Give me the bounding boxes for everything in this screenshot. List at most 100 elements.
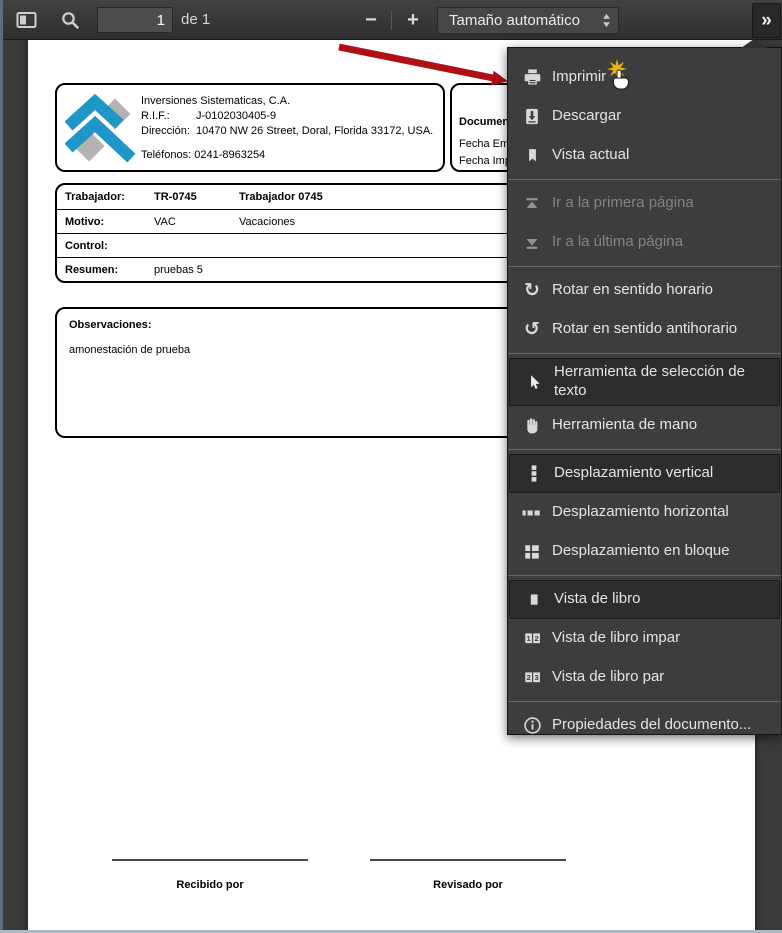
menu-item-first-page[interactable]: Ir a la primera página	[508, 184, 781, 223]
menu-item-download[interactable]: Descargar	[508, 97, 781, 136]
menu-item-book-view[interactable]: Vista de libro	[509, 580, 780, 619]
plus-icon: +	[407, 9, 419, 31]
menu-separator	[508, 266, 781, 267]
signature-line	[112, 859, 308, 861]
annotation-arrow	[338, 43, 508, 86]
scale-select[interactable]: Tamaño automático	[437, 7, 619, 34]
svg-text:1: 1	[526, 634, 531, 643]
svg-text:2: 2	[526, 673, 530, 682]
svg-text:2: 2	[534, 634, 538, 643]
odd-spread-icon: 12	[520, 628, 544, 650]
row-code: VAC	[154, 215, 176, 228]
menu-item-label: Vista actual	[552, 146, 630, 164]
menu-item-label: Imprimir	[552, 68, 607, 86]
menu-item-book-view-odd[interactable]: 1 2 Vista de libro impar	[508, 619, 781, 658]
row-label: Motivo:	[65, 215, 105, 228]
row-desc: Vacaciones	[239, 215, 296, 228]
menu-separator	[508, 449, 781, 450]
first-page-icon	[520, 193, 544, 215]
row-desc: Trabajador 0745	[239, 191, 323, 203]
rotate-cw-icon: ↻	[524, 279, 540, 301]
menu-item-rotate-ccw[interactable]: ↺ Rotar en sentido antihorario	[508, 310, 781, 349]
page-count-label: de 1	[181, 11, 211, 28]
menu-item-label: Rotar en sentido horario	[552, 281, 713, 299]
chevron-updown-icon	[602, 13, 611, 28]
menu-item-label: Herramienta de mano	[552, 416, 698, 434]
address-value: 10470 NW 26 Street, Doral, Florida 33172…	[196, 125, 434, 137]
printer-icon	[520, 67, 544, 89]
bookmark-icon	[520, 145, 544, 167]
signature-label: Recibido por	[176, 879, 244, 891]
minus-icon: −	[365, 9, 377, 31]
row-code: pruebas 5	[154, 263, 203, 276]
row-label: Resumen:	[65, 263, 119, 276]
toolbar-divider	[391, 10, 392, 30]
even-spread-icon: 23	[520, 667, 544, 689]
sidebar-toggle-icon	[16, 10, 37, 30]
cursor-icon	[522, 371, 546, 393]
row-label: Control:	[65, 239, 108, 252]
menu-item-print[interactable]: Imprimir	[508, 58, 781, 97]
menu-notch	[741, 39, 767, 48]
signature-line	[370, 859, 566, 861]
menu-item-label: Herramienta de selección de texto	[554, 363, 745, 399]
zoom-in-button[interactable]: +	[396, 4, 430, 36]
hand-icon	[520, 415, 544, 437]
menu-item-label: Rotar en sentido antihorario	[552, 320, 738, 338]
menu-separator	[508, 575, 781, 576]
scroll-wrapped-icon	[520, 541, 544, 563]
menu-item-document-properties[interactable]: Propiedades del documento...	[508, 706, 781, 745]
menu-separator	[508, 353, 781, 354]
menu-item-scroll-vertical[interactable]: Desplazamiento vertical	[509, 454, 780, 493]
scale-select-value: Tamaño automático	[449, 12, 580, 29]
menu-item-rotate-cw[interactable]: ↻ Rotar en sentido horario	[508, 271, 781, 310]
row-label: Trabajador:	[65, 191, 125, 203]
menu-item-label: Ir a la primera página	[552, 194, 694, 212]
menu-item-label: Descargar	[552, 107, 622, 125]
scroll-vertical-icon	[522, 463, 546, 485]
pdf-viewer-app: Inversiones Sistematicas, C.A. R.I.F.: J…	[0, 0, 782, 933]
download-icon	[520, 106, 544, 128]
rotate-ccw-icon: ↺	[524, 318, 540, 340]
find-button[interactable]	[53, 4, 87, 36]
zoom-out-button[interactable]: −	[354, 4, 388, 36]
secondary-toolbar: Imprimir Descargar Vista actual Ir a la pri…	[507, 39, 782, 735]
info-icon	[520, 715, 544, 737]
menu-item-label: Vista de libro	[554, 590, 641, 608]
signature-label: Revisado por	[433, 879, 503, 891]
menu-item-hand-tool[interactable]: Herramienta de mano	[508, 406, 781, 445]
phones-value: 0241-8963254	[194, 149, 266, 161]
window-left-edge	[0, 0, 3, 933]
rif-value: J-0102030405-9	[196, 110, 277, 122]
menu-item-label: Desplazamiento en bloque	[552, 542, 730, 560]
click-cursor-icon	[607, 59, 630, 90]
menu-item-label: Vista de libro impar	[552, 629, 681, 647]
menu-item-scroll-wrapped[interactable]: Desplazamiento en bloque	[508, 532, 781, 571]
page-number-input[interactable]	[97, 7, 173, 33]
scroll-horizontal-icon	[520, 502, 544, 524]
toolbar: de 1 − + Tamaño automático »	[0, 0, 782, 40]
row-code: TR-0745	[154, 191, 197, 203]
menu-item-book-view-even[interactable]: 2 3 Vista de libro par	[508, 658, 781, 697]
double-chevron-icon: »	[761, 9, 772, 31]
menu-item-text-selection-tool[interactable]: Herramienta de selección de texto	[509, 358, 780, 406]
overflow-menu-button[interactable]: »	[752, 3, 781, 38]
menu-item-label: Ir a la última página	[552, 233, 683, 251]
company-logo-icon	[65, 93, 136, 163]
sidebar-toggle-button[interactable]	[9, 4, 43, 36]
menu-item-label: Desplazamiento vertical	[554, 464, 714, 482]
menu-separator	[508, 179, 781, 180]
menu-item-label: Vista de libro par	[552, 668, 665, 686]
menu-item-current-view[interactable]: Vista actual	[508, 136, 781, 175]
signature-block-reviewed: Revisado por	[370, 859, 566, 891]
svg-text:3: 3	[534, 673, 538, 682]
book-view-icon	[522, 589, 546, 611]
phones-label: Teléfonos:	[141, 149, 192, 161]
menu-item-scroll-horizontal[interactable]: Desplazamiento horizontal	[508, 493, 781, 532]
menu-separator	[508, 701, 781, 702]
signature-block-received: Recibido por	[112, 859, 308, 891]
rif-label: R.I.F.:	[141, 110, 170, 122]
last-page-icon	[520, 232, 544, 254]
menu-item-last-page[interactable]: Ir a la última página	[508, 223, 781, 262]
search-icon	[60, 10, 80, 30]
